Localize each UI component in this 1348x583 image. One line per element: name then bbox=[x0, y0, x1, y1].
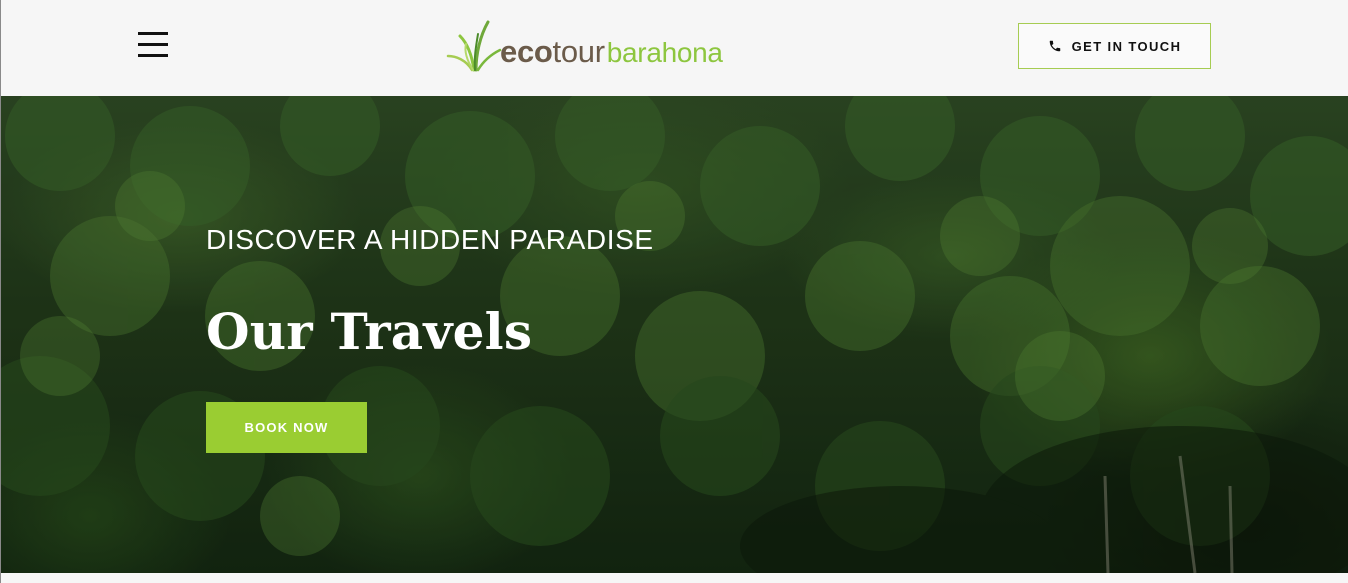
grass-leaves-icon bbox=[446, 20, 502, 72]
hero-section: DISCOVER A HIDDEN PARADISE Our Travels B… bbox=[0, 96, 1348, 573]
site-logo[interactable]: ecotourbarahona bbox=[446, 16, 746, 72]
logo-wordmark: ecotourbarahona bbox=[500, 34, 723, 71]
book-now-label: BOOK NOW bbox=[244, 420, 329, 435]
hero-eyebrow: DISCOVER A HIDDEN PARADISE bbox=[206, 224, 654, 255]
window-edge bbox=[0, 0, 1, 583]
logo-word-place: barahona bbox=[606, 37, 723, 68]
hero-title: Our Travels bbox=[206, 302, 533, 361]
hero-overlay bbox=[0, 96, 1348, 573]
logo-word-tour: tour bbox=[552, 34, 606, 69]
hamburger-menu-icon[interactable] bbox=[138, 32, 168, 58]
page-bottom-strip bbox=[0, 573, 1348, 583]
book-now-button[interactable]: BOOK NOW bbox=[206, 402, 367, 453]
get-in-touch-button[interactable]: GET IN TOUCH bbox=[1018, 23, 1211, 69]
site-header: ecotourbarahona GET IN TOUCH bbox=[0, 0, 1348, 96]
phone-icon bbox=[1049, 40, 1060, 52]
get-in-touch-label: GET IN TOUCH bbox=[1071, 38, 1182, 54]
logo-word-eco: eco bbox=[500, 34, 553, 69]
